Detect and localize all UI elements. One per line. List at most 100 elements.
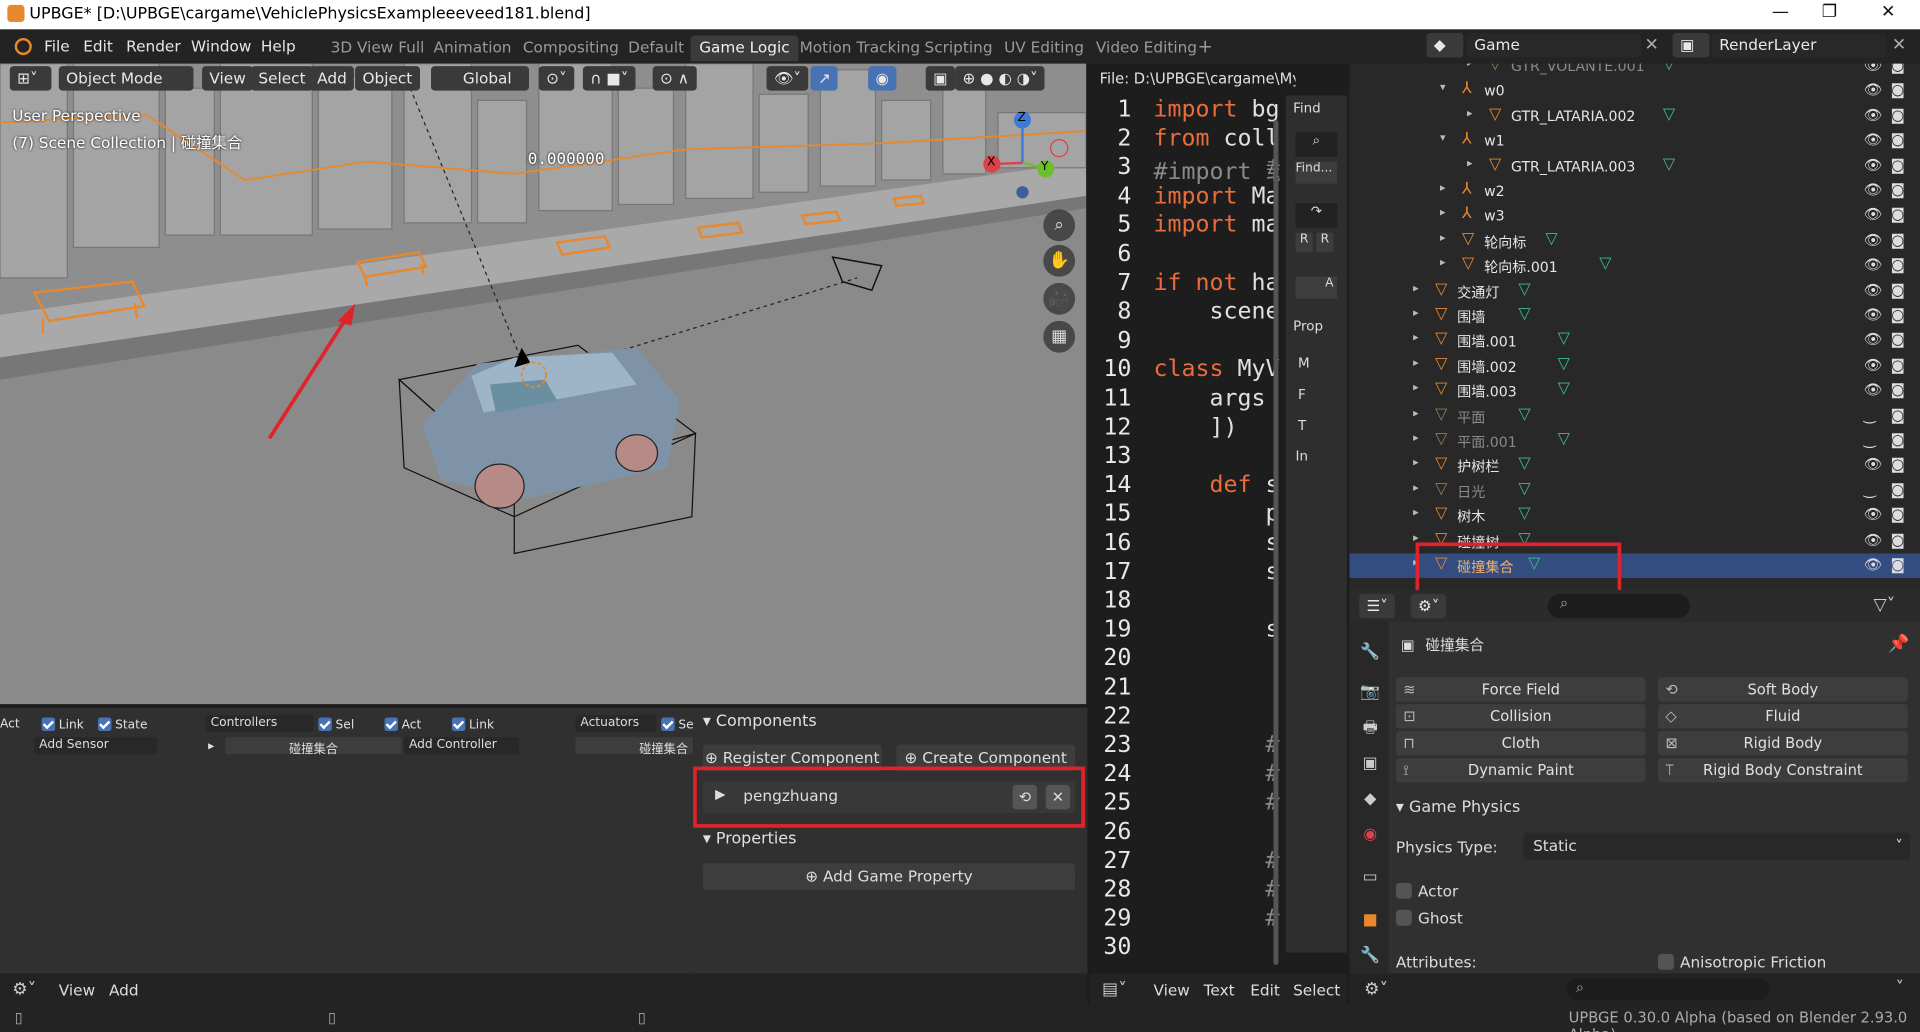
visibility-eye-icon[interactable]: 👁	[1864, 256, 1883, 273]
render-tab-icon[interactable]: 📷	[1357, 680, 1384, 707]
outliner-row[interactable]: ▸ ▽ 围墙.002 ▽ 👁 ◙	[1349, 354, 1920, 378]
expand-triangle-icon[interactable]: ▾	[1440, 83, 1446, 95]
editor-type-icon[interactable]: ⊞˅	[9, 66, 52, 91]
render-camera-icon[interactable]: ◙	[1891, 64, 1905, 74]
layer-icon[interactable]: ▣	[1672, 33, 1710, 58]
menu-window[interactable]: Window	[191, 37, 251, 55]
expand-triangle-icon[interactable]: ▸	[208, 740, 214, 753]
outliner-row[interactable]: ▸ ▽ 交通灯 ▽ 👁 ◙	[1349, 279, 1920, 303]
render-camera-icon[interactable]: ◙	[1891, 456, 1905, 473]
render-camera-icon[interactable]: ◙	[1891, 356, 1905, 373]
grid-icon[interactable]: ▦	[1043, 320, 1076, 353]
tool-tab-icon[interactable]: 🔧	[1357, 639, 1384, 666]
visibility-eye-icon[interactable]: ‿	[1864, 406, 1876, 423]
render-camera-icon[interactable]: ◙	[1891, 531, 1905, 548]
visibility-eye-icon[interactable]: 👁	[1864, 156, 1883, 173]
world-tab-icon[interactable]: ◉	[1357, 822, 1384, 849]
editor-type-icon[interactable]: ⚙˅	[12, 980, 36, 1000]
controller-link-checkbox[interactable]: Link	[451, 717, 494, 732]
actor-checkbox[interactable]: Actor	[1395, 882, 1458, 900]
render-camera-icon[interactable]: ◙	[1891, 181, 1905, 198]
add-game-property-button[interactable]: ⊕ Add Game Property	[702, 863, 1076, 891]
expand-triangle-icon[interactable]: ▸	[1413, 457, 1419, 469]
pin-icon[interactable]: 📌	[1888, 634, 1909, 654]
tab-uv-editing[interactable]: UV Editing	[996, 36, 1093, 62]
expand-triangle-icon[interactable]: ▸	[1413, 332, 1419, 344]
visibility-eye-icon[interactable]: 👁	[1864, 106, 1883, 123]
visibility-eye-icon[interactable]: 👁	[1864, 456, 1883, 473]
actuators-dropdown[interactable]: Actuators	[575, 715, 657, 733]
force-field-button[interactable]: ≋ Force Field	[1395, 677, 1646, 702]
scene-selector[interactable]: Game	[1466, 33, 1641, 58]
find-button[interactable]: Find...	[1295, 161, 1338, 184]
outliner-row[interactable]: ▸ ⅄ w2 👁 ◙	[1349, 179, 1920, 203]
add-sensor-dropdown[interactable]: Add Sensor	[34, 737, 157, 755]
render-camera-icon[interactable]: ◙	[1891, 156, 1905, 173]
text-select-menu[interactable]: Select	[1293, 981, 1340, 999]
outliner-row[interactable]: ▸ ▽ 日光 ▽ ‿ ◙	[1349, 479, 1920, 503]
expand-triangle-icon[interactable]: ▸	[1413, 382, 1419, 394]
overlay-icon[interactable]: ◉	[868, 66, 897, 91]
outliner-row[interactable]: ▸ ▽ GTR_LATARIA.002 ▽ 👁 ◙	[1349, 104, 1920, 128]
render-layer-selector[interactable]: RenderLayer	[1711, 33, 1886, 58]
visibility-icon[interactable]: 👁˅	[766, 66, 809, 91]
outliner-row[interactable]: ▸ ▽ 围墙.003 ▽ 👁 ◙	[1349, 379, 1920, 403]
replace-all-toggle[interactable]: R	[1316, 232, 1334, 253]
object-mode-dropdown[interactable]: Object Mode	[58, 66, 194, 91]
outliner-row[interactable]: ▸ ⅄ w3 👁 ◙	[1349, 204, 1920, 228]
visibility-eye-icon[interactable]: 👁	[1864, 381, 1883, 398]
soft-body-button[interactable]: ⟲ Soft Body	[1657, 677, 1908, 702]
pivot-icon[interactable]: ⊙˅	[538, 66, 574, 91]
outliner-row[interactable]: ▸ ▽ 护树栏 ▽ 👁 ◙	[1349, 454, 1920, 478]
menu-edit[interactable]: Edit	[83, 37, 113, 55]
expand-triangle-icon[interactable]: ▸	[1413, 307, 1419, 319]
find-header[interactable]: Find	[1293, 100, 1321, 116]
render-camera-icon[interactable]: ◙	[1891, 406, 1905, 423]
fluid-button[interactable]: ◇ Fluid	[1657, 704, 1908, 729]
expand-triangle-icon[interactable]: ▸	[1413, 357, 1419, 369]
expand-triangle-icon[interactable]: ▸	[1467, 157, 1473, 169]
case-toggle[interactable]: A	[1295, 276, 1338, 299]
tab-default[interactable]: Default	[620, 36, 693, 62]
tab-motion-tracking[interactable]: Motion Tracking	[791, 36, 929, 62]
minimize-button[interactable]: —	[1756, 2, 1805, 26]
view-menu[interactable]: View	[202, 66, 254, 91]
close-button[interactable]: ✕	[1864, 2, 1913, 26]
expand-triangle-icon[interactable]: ▸	[1413, 282, 1419, 294]
render-camera-icon[interactable]: ◙	[1891, 256, 1905, 273]
filter-icon[interactable]: ▽˅	[1873, 595, 1895, 615]
ghost-checkbox[interactable]: Ghost	[1395, 909, 1463, 927]
shading-icons[interactable]: ⊕ ● ◐ ◑˅	[955, 66, 1045, 91]
collision-button[interactable]: ⊡ Collision	[1395, 704, 1646, 729]
output-tab-icon[interactable]: 🖶	[1357, 715, 1384, 742]
render-camera-icon[interactable]: ◙	[1891, 231, 1905, 248]
tab-compositing[interactable]: Compositing	[514, 36, 627, 62]
footer-add-menu[interactable]: Add	[109, 981, 139, 999]
modifier-tab-icon[interactable]: 🔧	[1357, 943, 1384, 970]
outliner-row[interactable]: ▸ ▽ 轮向标 ▽ 👁 ◙	[1349, 229, 1920, 253]
outliner-row[interactable]: ▸ ▽ GTR_VOLANTE.001 ▽ 👁 ◙	[1349, 64, 1920, 79]
expand-triangle-icon[interactable]: ▸	[1440, 232, 1446, 244]
visibility-eye-icon[interactable]: 👁	[1864, 281, 1883, 298]
pan-hand-icon[interactable]: ✋	[1043, 244, 1076, 277]
text-editor[interactable]: File: D:\UPBGE\cargame\MyVehicle.py 1 imp…	[1089, 63, 1347, 974]
dynamic-paint-button[interactable]: ⟟ Dynamic Paint	[1395, 757, 1646, 783]
render-camera-icon[interactable]: ◙	[1891, 306, 1905, 323]
replace-field-icon[interactable]: ↷	[1295, 203, 1338, 228]
expand-triangle-icon[interactable]: ▸	[1413, 407, 1419, 419]
outliner-row[interactable]: ▸ ▽ 轮向标.001 ▽ 👁 ◙	[1349, 254, 1920, 278]
collection-tab-icon[interactable]: ▭	[1357, 864, 1384, 891]
tab-game-logic[interactable]: Game Logic	[690, 35, 799, 62]
object-menu[interactable]: Object	[355, 66, 420, 91]
tab-video-editing[interactable]: Video Editing	[1087, 36, 1205, 62]
expand-triangle-icon[interactable]: ▾	[1440, 132, 1446, 144]
orientation-dropdown[interactable]: Global	[431, 66, 529, 91]
visibility-eye-icon[interactable]: 👁	[1864, 331, 1883, 348]
scene-tab-icon[interactable]: ◆	[1357, 786, 1384, 813]
text-edit-menu[interactable]: Edit	[1250, 981, 1280, 999]
outliner-row[interactable]: ▸ ▽ 平面.001 ▽ ‿ ◙	[1349, 429, 1920, 453]
editor-type-icon[interactable]: ▤˅	[1102, 980, 1127, 1000]
tab-scripting[interactable]: Scripting	[916, 36, 1001, 62]
render-camera-icon[interactable]: ◙	[1891, 506, 1905, 523]
visibility-eye-icon[interactable]: 👁	[1864, 131, 1883, 148]
